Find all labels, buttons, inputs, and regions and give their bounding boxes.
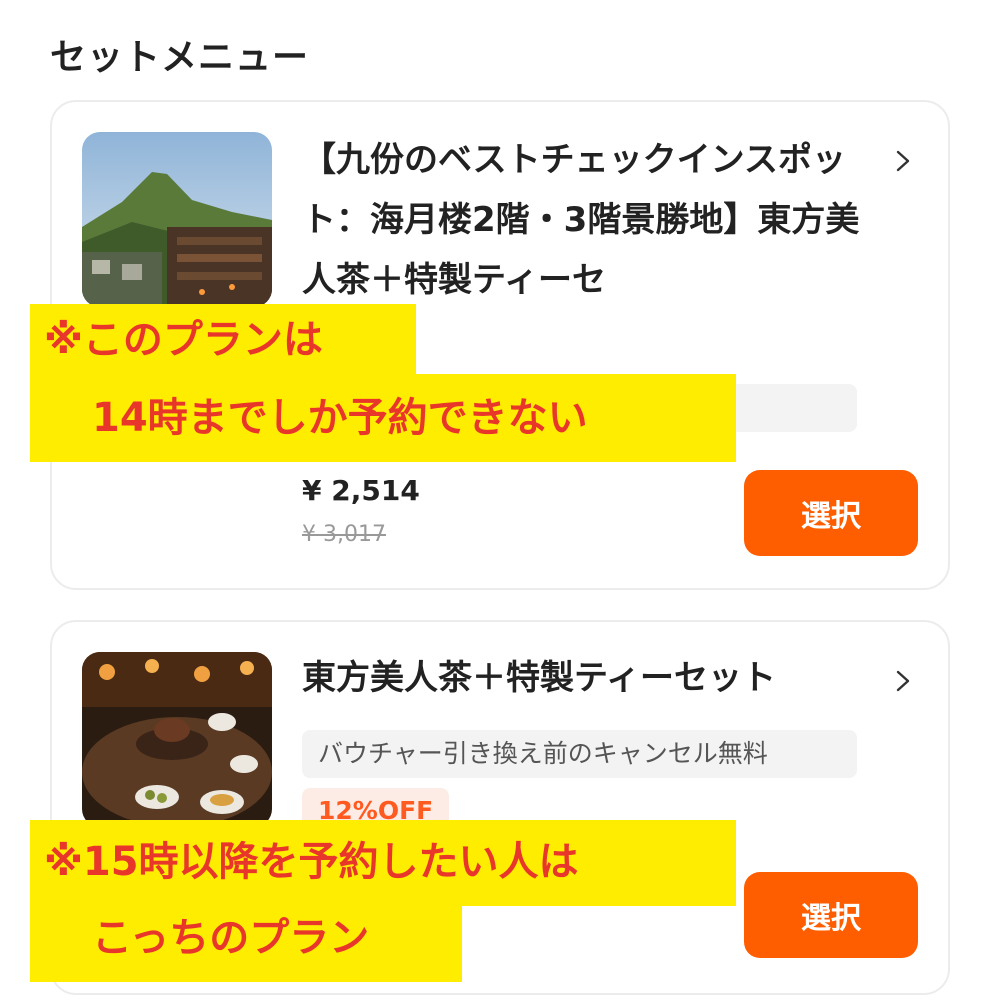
select-button[interactable]: 選択 [744,872,918,958]
select-button[interactable]: 選択 [744,470,918,556]
annotation-note-1-line-1: ※このプランは [30,304,416,380]
card-title[interactable]: 【九份のベストチェックインスポット：海月楼2階・3階景勝地】東方美人茶＋特製ティ… [302,130,862,310]
teaset-photo-icon [82,652,272,827]
mountain-village-photo-icon [82,132,272,307]
price: ¥ 2,514 [302,474,420,507]
section-title: セットメニュー [50,37,310,78]
cancel-policy-tag: バウチャー引き換え前のキャンセル無料 [302,730,857,778]
chevron-right-icon[interactable] [892,150,914,172]
chevron-right-icon[interactable] [892,670,914,692]
card-title[interactable]: 東方美人茶＋特製ティーセット [302,648,862,708]
annotation-note-2-line-1: ※15時以降を予約したい人は [30,820,736,906]
annotation-note-1-line-2: 14時までしか予約できない [30,374,736,462]
original-price: ¥ 3,017 [302,522,386,547]
annotation-note-2-line-2: こっちのプラン [30,900,462,982]
